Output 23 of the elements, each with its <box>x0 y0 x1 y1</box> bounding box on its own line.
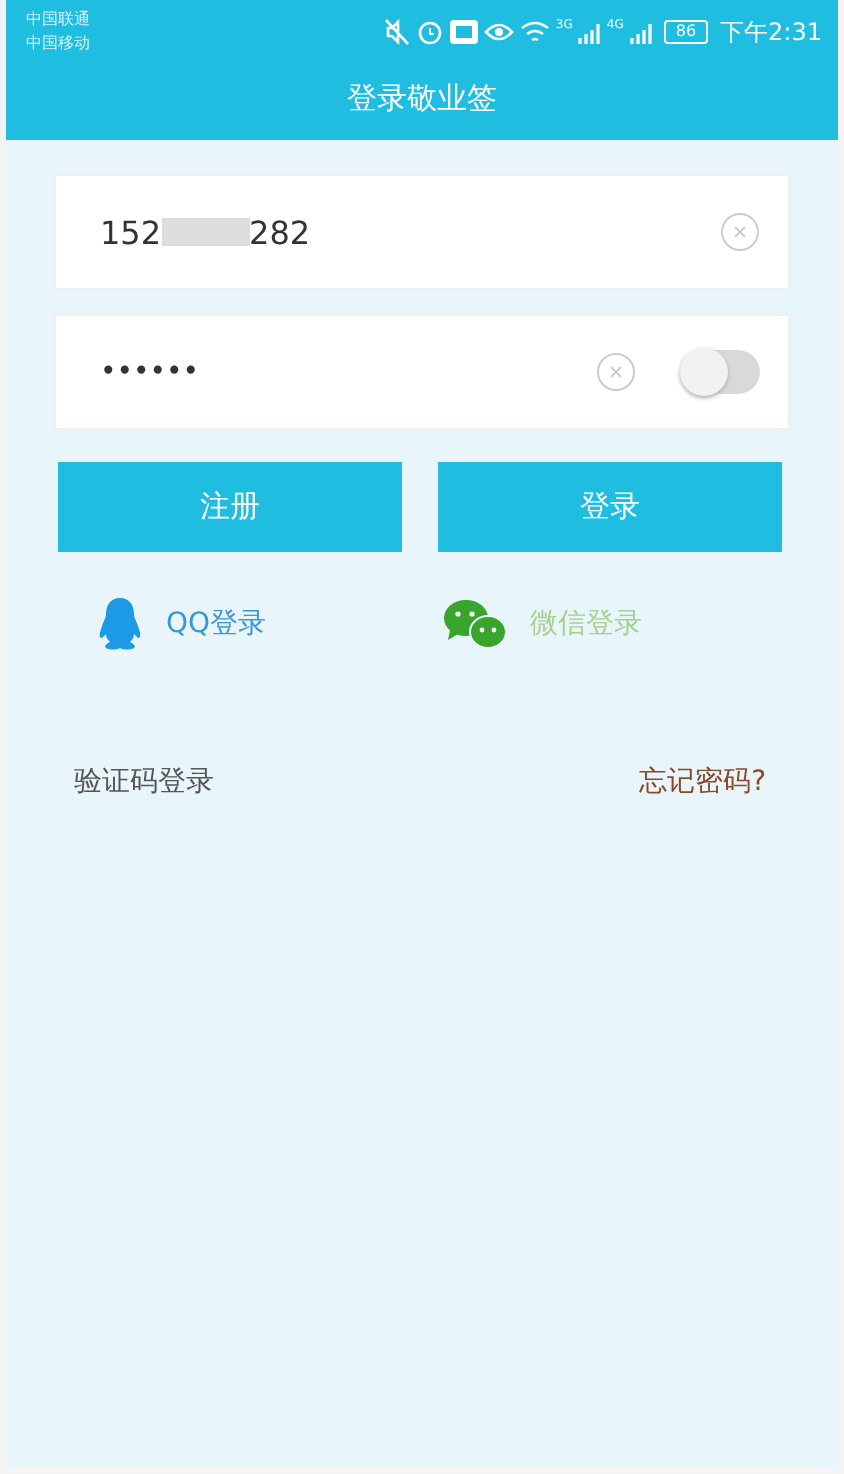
screen-title: 登录敬业签 <box>345 78 499 120</box>
sms-login-link[interactable]: 验证码登录 <box>74 764 214 800</box>
clock-time: 下午2:31 <box>720 15 822 49</box>
battery-level: 86 <box>663 20 709 44</box>
carrier-name: 中国联通 <box>26 8 90 32</box>
signal-icon <box>629 20 652 44</box>
eye-icon <box>483 20 514 44</box>
chat-bubbles-icon <box>442 596 510 652</box>
show-password-toggle[interactable] <box>684 350 760 394</box>
signal-icon <box>578 20 601 44</box>
account-value-start: 152 <box>100 213 162 251</box>
mute-icon <box>381 18 410 46</box>
carrier-name: 中国移动 <box>26 32 90 56</box>
wifi-icon <box>519 20 550 44</box>
penguin-icon <box>94 596 146 652</box>
clear-icon[interactable] <box>720 212 760 252</box>
password-value: •••••• <box>100 356 200 388</box>
clear-icon[interactable] <box>596 352 636 392</box>
alarm-icon <box>415 18 444 46</box>
forgot-password-link[interactable]: 忘记密码? <box>639 764 766 800</box>
password-field[interactable]: •••••• <box>54 314 790 430</box>
account-field[interactable]: 152 282 <box>54 174 790 290</box>
account-value-end: 282 <box>249 213 311 251</box>
